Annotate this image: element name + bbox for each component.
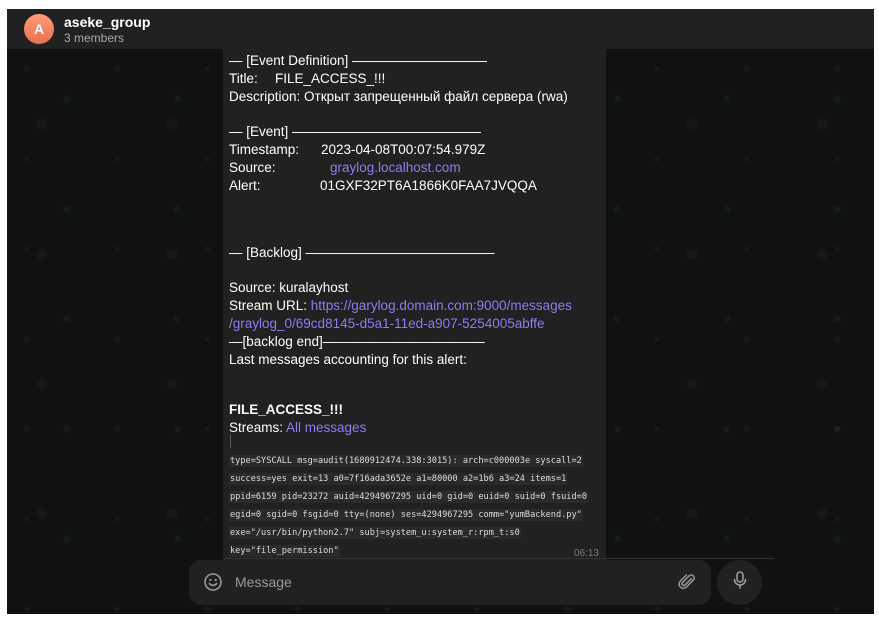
title-value: FILE_ACCESS_!!! bbox=[275, 71, 386, 86]
alert-label: Alert: bbox=[229, 178, 261, 193]
event-header: — [Event] —————————————— bbox=[229, 124, 482, 139]
divider bbox=[223, 558, 774, 559]
description: Description: Открыт запрещенный файл сер… bbox=[229, 89, 568, 104]
backlog-header: — [Backlog] —————————————— bbox=[229, 245, 495, 260]
microphone-icon bbox=[730, 570, 750, 595]
chat-title: aseke_group bbox=[64, 13, 151, 30]
source-link[interactable]: graylog.localhost.com bbox=[330, 160, 461, 175]
chat-info[interactable]: aseke_group 3 members bbox=[64, 15, 150, 44]
code-line: type=SYSCALL msg=audit(1680912474.338:30… bbox=[229, 455, 583, 467]
paperclip-icon[interactable] bbox=[677, 572, 697, 592]
chat-header[interactable]: A aseke_group 3 members bbox=[7, 9, 874, 49]
code-line: success=yes exit=13 a0=7f16ada3652e a1=8… bbox=[229, 473, 568, 485]
code-line: key="file_permission" bbox=[229, 545, 340, 557]
streams-row: Streams: All messages bbox=[229, 420, 366, 435]
alert-value: 01GXF32PT6A1866K0FAA7JVQQA bbox=[320, 178, 537, 193]
member-count: 3 members bbox=[64, 30, 125, 45]
title-label: Title: bbox=[229, 71, 258, 86]
smile-icon[interactable] bbox=[203, 572, 223, 592]
backlog-end: —[backlog end]———————————— bbox=[229, 334, 485, 349]
backlog-source: Source: kuralayhost bbox=[229, 280, 349, 295]
message-composer bbox=[189, 560, 711, 605]
stream-url-row: Stream URL: https://garylog.domain.com:9… bbox=[229, 298, 572, 313]
streams-label: Streams: bbox=[229, 420, 287, 435]
event-definition-header: — [Event Definition] —————————— bbox=[229, 53, 488, 68]
last-messages-text: Last messages accounting for this alert: bbox=[229, 352, 467, 367]
code-line: ppid=6159 pid=23272 auid=4294967295 uid=… bbox=[229, 491, 588, 503]
timestamp-label: Timestamp: bbox=[229, 142, 300, 157]
code-line: exe="/usr/bin/python2.7" subj=system_u:s… bbox=[229, 527, 521, 539]
quote-bar bbox=[230, 434, 231, 448]
avatar[interactable]: A bbox=[24, 14, 54, 44]
source-label: Source: bbox=[229, 160, 276, 175]
stream-url-link-cont[interactable]: /graylog_0/69cd8145-d5a1-11ed-a907-52540… bbox=[229, 316, 545, 331]
message-input[interactable] bbox=[235, 572, 655, 592]
telegram-window: A aseke_group 3 members — [Event Definit… bbox=[7, 9, 874, 614]
code-block[interactable]: type=SYSCALL msg=audit(1680912474.338:30… bbox=[229, 450, 603, 558]
code-line: egid=0 sgid=0 fsgid=0 tty=(none) ses=429… bbox=[229, 509, 583, 521]
timestamp-value: 2023-04-08T00:07:54.979Z bbox=[321, 142, 486, 157]
file-access-title: FILE_ACCESS_!!! bbox=[229, 402, 344, 417]
stream-url-label: Stream URL: bbox=[229, 298, 311, 313]
message-bubble[interactable]: — [Event Definition] —————————— Title: F… bbox=[223, 49, 606, 560]
streams-link[interactable]: All messages bbox=[286, 420, 366, 435]
stream-url-link[interactable]: https://garylog.domain.com:9000/messages bbox=[311, 298, 572, 313]
voice-button[interactable] bbox=[717, 560, 762, 605]
